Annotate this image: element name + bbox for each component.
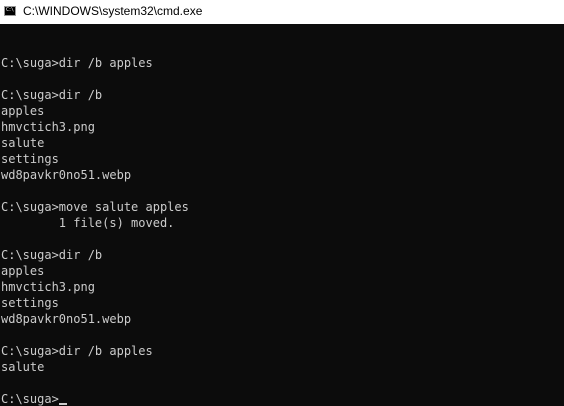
cmd-window: C:\ C:\WINDOWS\system32\cmd.exe C:\suga>… xyxy=(0,0,564,406)
active-prompt-line[interactable]: C:\suga> xyxy=(1,391,189,406)
console-line: C:\suga>dir /b apples xyxy=(1,56,153,70)
window-title: C:\WINDOWS\system32\cmd.exe xyxy=(23,4,203,18)
console-line: C:\suga>dir /b apples xyxy=(1,344,153,358)
console-line: wd8pavkr0no51.webp xyxy=(1,168,132,182)
console-line: C:\suga>dir /b xyxy=(1,248,103,262)
console-line: settings xyxy=(1,296,59,310)
cmd-app-icon[interactable]: C:\ xyxy=(4,6,16,16)
app-icon-glyph: C:\ xyxy=(6,7,14,13)
console-line: C:\suga>move salute apples xyxy=(1,200,189,214)
title-bar[interactable]: C:\ C:\WINDOWS\system32\cmd.exe xyxy=(0,0,564,24)
console-line: hmvctich3.png xyxy=(1,280,95,294)
console-output[interactable]: C:\suga>dir /b apples C:\suga>dir /b app… xyxy=(0,24,564,406)
console-line: wd8pavkr0no51.webp xyxy=(1,312,132,326)
console-line: salute xyxy=(1,360,45,374)
console-lines: C:\suga>dir /b apples C:\suga>dir /b app… xyxy=(1,39,189,406)
text-cursor xyxy=(58,403,67,405)
console-line: C:\suga>dir /b xyxy=(1,88,103,102)
prompt-text: C:\suga> xyxy=(1,392,59,406)
console-line: 1 file(s) moved. xyxy=(1,216,175,230)
console-line: settings xyxy=(1,152,59,166)
console-line: apples xyxy=(1,104,45,118)
console-line: apples xyxy=(1,264,45,278)
console-line: hmvctich3.png xyxy=(1,120,95,134)
console-line: salute xyxy=(1,136,45,150)
